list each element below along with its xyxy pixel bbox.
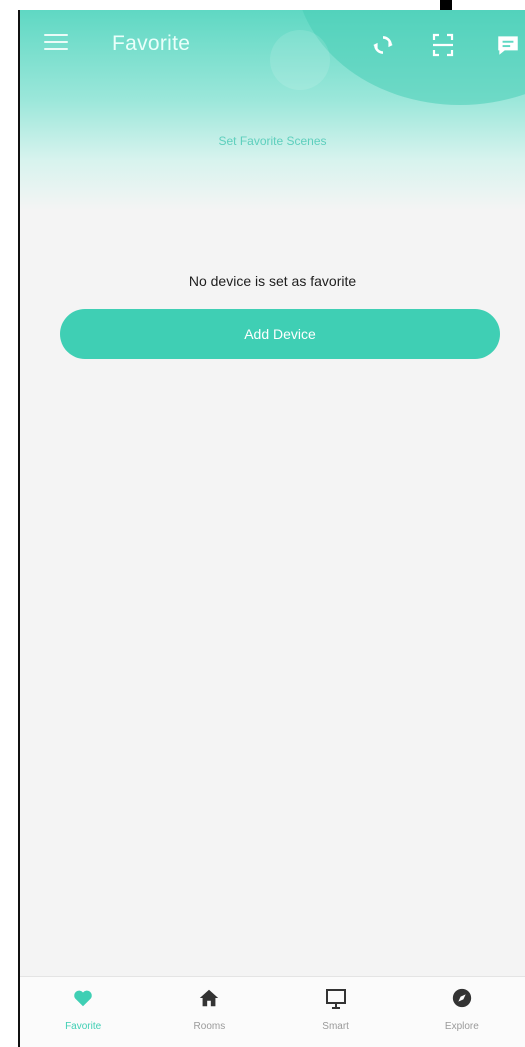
nav-item-rooms[interactable]: Rooms bbox=[146, 977, 272, 1047]
phone-screen: Favorite Set Favorite Scenes No device i… bbox=[18, 10, 525, 1047]
compass-icon bbox=[452, 988, 472, 1008]
set-favorite-scenes-link[interactable]: Set Favorite Scenes bbox=[20, 134, 525, 148]
scan-icon[interactable] bbox=[430, 32, 456, 58]
page-title: Favorite bbox=[112, 32, 191, 55]
nav-label-smart: Smart bbox=[322, 1021, 349, 1032]
home-icon bbox=[200, 989, 219, 1007]
sync-icon[interactable] bbox=[370, 32, 396, 58]
top-app-bar: Favorite bbox=[20, 10, 525, 82]
nav-item-smart[interactable]: Smart bbox=[273, 977, 399, 1047]
app-frame: Favorite Set Favorite Scenes No device i… bbox=[0, 0, 525, 1047]
heart-icon bbox=[74, 990, 92, 1007]
bottom-navigation: Favorite Rooms Smart Explore bbox=[20, 976, 525, 1047]
nav-label-favorite: Favorite bbox=[65, 1021, 102, 1032]
nav-item-explore[interactable]: Explore bbox=[399, 977, 525, 1047]
nav-item-favorite[interactable]: Favorite bbox=[20, 977, 146, 1047]
nav-label-rooms: Rooms bbox=[193, 1021, 226, 1032]
monitor-icon bbox=[325, 989, 346, 1009]
add-device-button[interactable]: Add Device bbox=[60, 309, 500, 359]
nav-label-explore: Explore bbox=[444, 1021, 479, 1032]
message-icon[interactable] bbox=[495, 32, 521, 58]
menu-icon[interactable] bbox=[44, 34, 68, 56]
empty-state-message: No device is set as favorite bbox=[188, 273, 357, 289]
